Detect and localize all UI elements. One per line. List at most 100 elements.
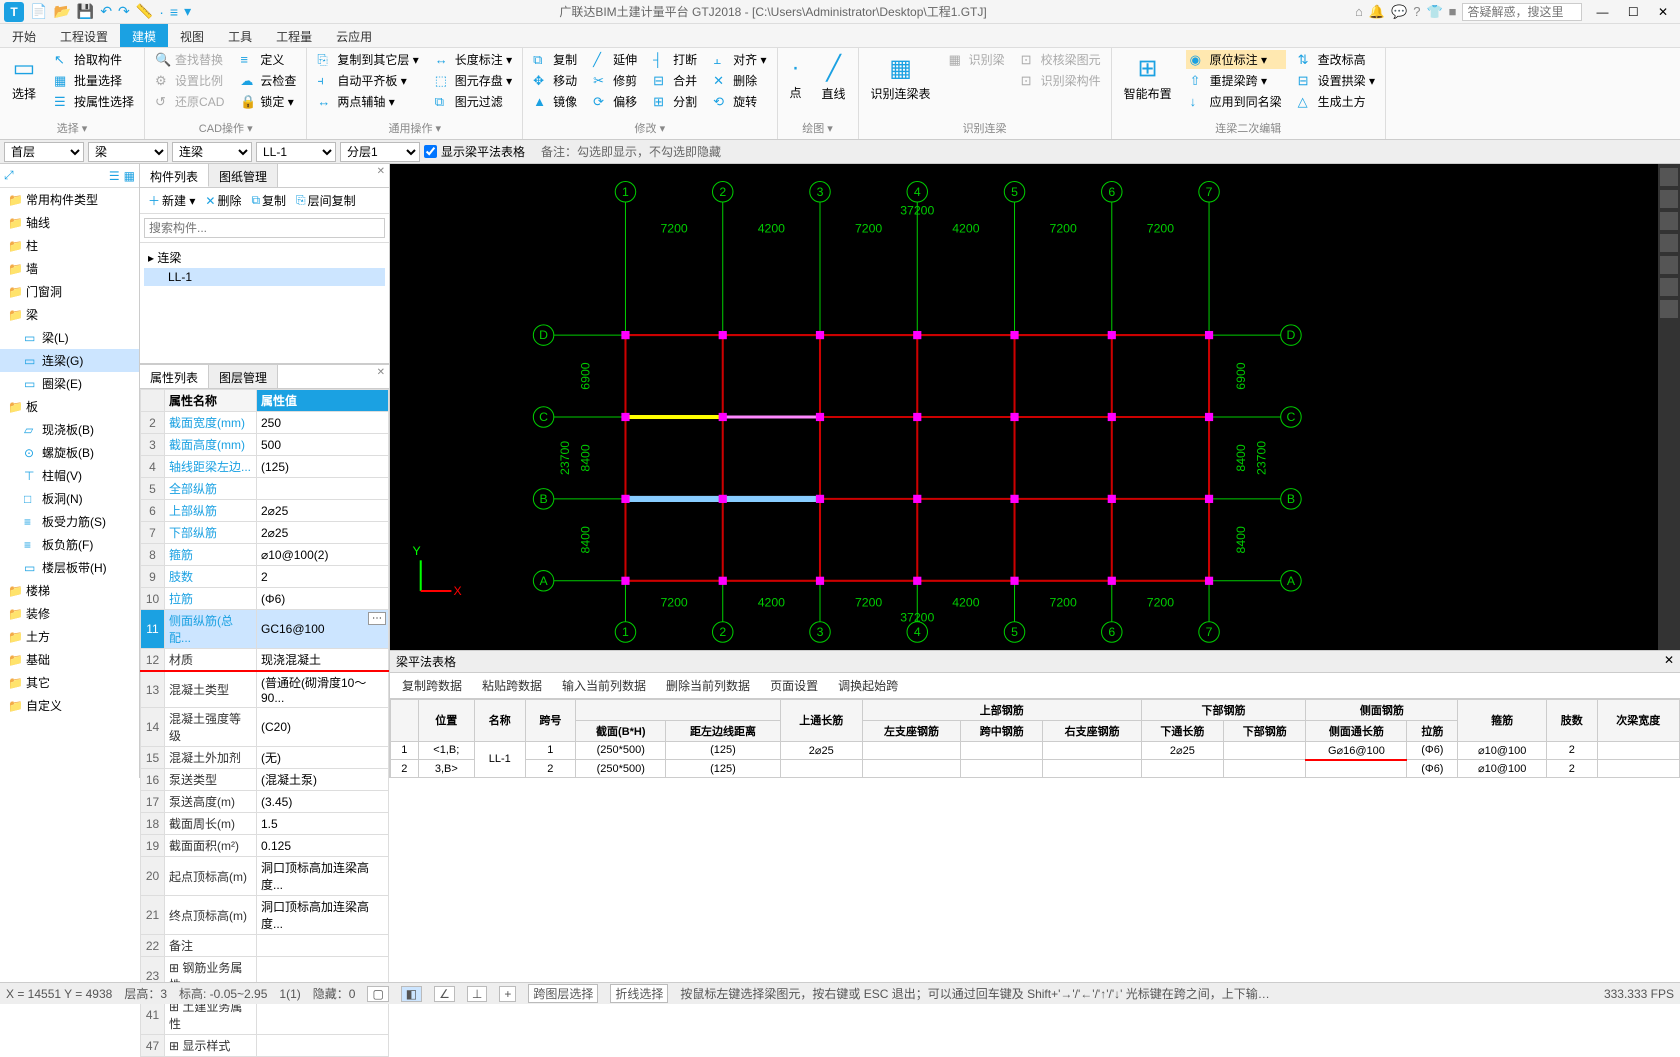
chat-icon[interactable]: 💬 [1391, 4, 1407, 20]
prop-row-15[interactable]: 15混凝土外加剂(无) [141, 747, 389, 769]
sb-mode-5[interactable]: + [499, 986, 516, 1002]
undo-icon[interactable]: ↶ [100, 3, 112, 20]
bg-row-1[interactable]: 23,B>2(250*500)(125)(Φ6)⌀10@1002 [391, 760, 1680, 778]
tree-item-18[interactable]: 📁装修 [0, 602, 139, 625]
ribbon-btn-6-1-2[interactable]: △生成土方 [1294, 92, 1379, 111]
prop-row-19[interactable]: 19截面面积(m²)0.125 [141, 835, 389, 857]
ribbon-btn-1-0-1[interactable]: ⚙设置比例 [151, 71, 228, 90]
mid-tb-1[interactable]: ✕删除 [201, 190, 245, 211]
ribbon-btn-2-1-1[interactable]: ⬚图元存盘 ▾ [431, 71, 516, 90]
ribbon-btn-5-0-0[interactable]: ▦识别梁 [945, 50, 1009, 69]
tree-item-1[interactable]: 📁轴线 [0, 211, 139, 234]
category-select[interactable]: 梁 [88, 142, 168, 162]
more-icon[interactable]: ▾ [184, 3, 191, 20]
prop-row-14[interactable]: 14混凝土强度等级(C20) [141, 708, 389, 747]
ribbon-btn-3-1-2[interactable]: ⟳偏移 [589, 92, 641, 111]
prop-row-13[interactable]: 13混凝土类型(普通砼(砌滑度10～90... [141, 671, 389, 708]
tshirt-icon[interactable]: 👕 [1426, 4, 1442, 20]
cross-layer-btn[interactable]: 跨图层选择 [528, 984, 598, 1003]
ribbon-btn-2-0-0[interactable]: ⎘复制到其它层 ▾ [313, 50, 422, 69]
tree-item-8[interactable]: ▭圈梁(E) [0, 372, 139, 395]
prop-row-9[interactable]: 9肢数2 [141, 566, 389, 588]
redo-icon[interactable]: ↷ [118, 3, 130, 20]
tree-item-21[interactable]: 📁其它 [0, 671, 139, 694]
bg-tb-3[interactable]: 删除当前列数据 [660, 675, 756, 696]
ribbon-big-4-0[interactable]: ·点 [784, 50, 808, 105]
tree-item-9[interactable]: 📁板 [0, 395, 139, 418]
minimize-button[interactable]: — [1588, 5, 1616, 19]
list-view-icon[interactable]: ☰ [109, 169, 120, 183]
ribbon-btn-3-0-0[interactable]: ⧉复制 [529, 50, 581, 69]
bg-tb-0[interactable]: 复制跨数据 [396, 675, 468, 696]
home-icon[interactable]: ⌂ [1355, 4, 1363, 19]
prop-row-11[interactable]: 11侧面纵筋(总配...GC16@100⋯ [141, 610, 389, 649]
help-icon[interactable]: ? [1413, 4, 1420, 19]
bell-icon[interactable]: 🔔 [1369, 4, 1385, 20]
ribbon-big-0[interactable]: ▭选择 [6, 50, 42, 106]
prop-row-8[interactable]: 8箍筋⌀10@100(2) [141, 544, 389, 566]
prop-row-7[interactable]: 7下部纵筋2⌀25 [141, 522, 389, 544]
side-tool-2[interactable] [1660, 190, 1678, 208]
ribbon-btn-3-0-2[interactable]: ▲镜像 [529, 92, 581, 111]
ruler-icon[interactable]: 📏 [136, 3, 153, 20]
type-select[interactable]: 连梁 [172, 142, 252, 162]
prop-row-5[interactable]: 5全部纵筋 [141, 478, 389, 500]
polyline-btn[interactable]: 折线选择 [610, 984, 668, 1003]
ribbon-btn-6-0-2[interactable]: ↓应用到同名梁 [1186, 92, 1286, 111]
new-icon[interactable]: 📄 [30, 3, 47, 20]
component-search-input[interactable] [144, 218, 385, 238]
ribbon-btn-2-0-1[interactable]: ⫞自动平齐板 ▾ [313, 71, 422, 90]
ribbon-btn-6-0-1[interactable]: ⇧重提梁跨 ▾ [1186, 71, 1286, 90]
close-grid-icon[interactable]: ✕ [1664, 653, 1674, 670]
tree-item-2[interactable]: 📁柱 [0, 234, 139, 257]
sb-mode-1[interactable]: ▢ [367, 986, 388, 1002]
main-tab-3[interactable]: 视图 [168, 24, 216, 47]
prop-row-18[interactable]: 18截面周长(m)1.5 [141, 813, 389, 835]
prop-row-20[interactable]: 20起点顶标高(m)洞口顶标高加连梁高度... [141, 857, 389, 896]
ribbon-btn-3-3-1[interactable]: ✕删除 [709, 71, 770, 90]
ribbon-btn-6-0-0[interactable]: ◉原位标注 ▾ [1186, 50, 1286, 69]
tree-item-3[interactable]: 📁墙 [0, 257, 139, 280]
prop-row-4[interactable]: 4轴线距梁左边...(125) [141, 456, 389, 478]
prop-edit-button[interactable]: ⋯ [368, 612, 386, 625]
mid-tb-3[interactable]: ⎘层间复制 [292, 190, 360, 211]
side-tool-7[interactable] [1660, 300, 1678, 318]
ribbon-btn-3-3-0[interactable]: ⫠对齐 ▾ [709, 50, 770, 69]
prop-tab-1[interactable]: 图层管理 [209, 365, 278, 388]
prop-tab-0[interactable]: 属性列表 [140, 365, 209, 388]
bg-row-0[interactable]: 1<1,B;LL-11(250*500)(125)2⌀252⌀25G⌀16@10… [391, 741, 1680, 760]
tree-item-5[interactable]: 📁梁 [0, 303, 139, 326]
main-tab-5[interactable]: 工程量 [264, 24, 324, 47]
ribbon-btn-3-2-2[interactable]: ⊞分割 [649, 92, 701, 111]
sb-mode-4[interactable]: ⊥ [467, 986, 487, 1002]
mid-tree-0[interactable]: ▸ 连梁 [144, 247, 385, 268]
ribbon-btn-6-1-0[interactable]: ⇅查改标高 [1294, 50, 1379, 69]
grid-view-icon[interactable]: ▦ [124, 169, 135, 183]
mid-tree-1[interactable]: LL-1 [144, 268, 385, 286]
ribbon-big-4-1[interactable]: ╱直线 [816, 50, 852, 106]
prop-row-12[interactable]: 12材质现浇混凝土 [141, 649, 389, 672]
tree-item-17[interactable]: 📁楼梯 [0, 579, 139, 602]
layer-select[interactable]: 分层1 [340, 142, 420, 162]
ribbon-btn-2-0-2[interactable]: ↔两点辅轴 ▾ [313, 92, 422, 111]
tree-item-10[interactable]: ▱现浇板(B) [0, 418, 139, 441]
main-tab-6[interactable]: 云应用 [324, 24, 384, 47]
skin-icon[interactable]: ■ [1449, 4, 1457, 19]
prop-row-47[interactable]: 47⊞ 显示样式 [141, 1035, 389, 1057]
ribbon-btn-3-2-1[interactable]: ⊟合并 [649, 71, 701, 90]
ribbon-btn-2-1-2[interactable]: ⧉图元过滤 [431, 92, 516, 111]
mid-tb-2[interactable]: ⧉复制 [247, 190, 290, 211]
close-button[interactable]: ✕ [1650, 5, 1676, 19]
prop-row-22[interactable]: 22备注 [141, 935, 389, 957]
drawing-canvas[interactable]: 11223344556677AABBCCDD372007200420072004… [390, 164, 1680, 650]
ribbon-btn-2-1-0[interactable]: ↔长度标注 ▾ [431, 50, 516, 69]
tree-item-12[interactable]: ⊤柱帽(V) [0, 464, 139, 487]
tree-item-11[interactable]: ⊙螺旋板(B) [0, 441, 139, 464]
prop-row-10[interactable]: 10拉筋(Φ6) [141, 588, 389, 610]
tree-item-7[interactable]: ▭连梁(G) [0, 349, 139, 372]
prop-row-3[interactable]: 3截面高度(mm)500 [141, 434, 389, 456]
ribbon-btn-5-1-0[interactable]: ⊡校核梁图元 [1017, 50, 1105, 69]
bg-tb-1[interactable]: 粘贴跨数据 [476, 675, 548, 696]
bg-tb-2[interactable]: 输入当前列数据 [556, 675, 652, 696]
close-panel-icon[interactable]: ✕ [377, 166, 385, 177]
